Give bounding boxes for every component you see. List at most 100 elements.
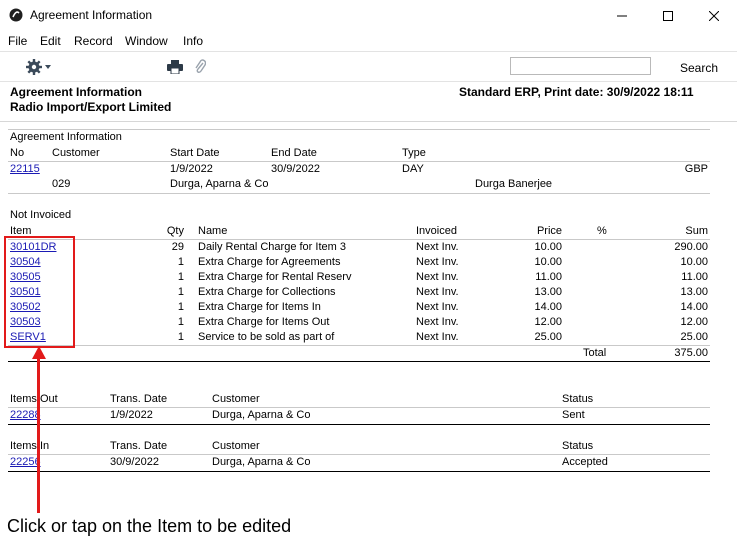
search-input[interactable]	[510, 57, 651, 75]
price: 10.00	[534, 241, 562, 253]
item-name: Extra Charge for Collections	[198, 286, 336, 298]
maximize-button[interactable]	[645, 0, 691, 31]
app-icon	[9, 8, 23, 22]
report-title: Agreement Information	[10, 85, 143, 99]
col-customer: Customer	[212, 440, 260, 452]
item-name: Extra Charge for Agreements	[198, 256, 341, 268]
maximize-icon	[663, 10, 673, 21]
toolbar: Search	[0, 51, 737, 81]
menu-edit[interactable]: Edit	[40, 34, 61, 48]
search-button[interactable]: Search	[680, 61, 718, 75]
total-value: 375.00	[674, 347, 708, 359]
header-divider	[0, 121, 737, 122]
customer-name: Durga, Aparna & Co	[170, 178, 269, 190]
close-button[interactable]	[691, 0, 737, 31]
qty: 1	[177, 331, 184, 343]
sum: 10.00	[680, 256, 708, 268]
sum: 14.00	[680, 301, 708, 313]
invoiced: Next Inv.	[416, 271, 459, 283]
divider	[8, 129, 710, 130]
qty: 1	[177, 256, 184, 268]
menu-file[interactable]: File	[8, 34, 27, 48]
col-items-in: Items In	[10, 440, 50, 452]
col-trans-date: Trans. Date	[110, 440, 168, 452]
section-end-line	[8, 471, 710, 472]
trans-date: 1/9/2022	[110, 409, 153, 421]
invoiced: Next Inv.	[416, 301, 459, 313]
item-name: Extra Charge for Items In	[198, 301, 321, 313]
col-items-out: Items Out	[10, 393, 58, 405]
items-out-link[interactable]: 22288	[10, 409, 41, 421]
end-date: 30/9/2022	[271, 163, 320, 175]
agreement-type: DAY	[402, 163, 424, 175]
price: 13.00	[534, 286, 562, 298]
customer-name: Durga, Aparna & Co	[212, 409, 311, 421]
items-in-link[interactable]: 22256	[10, 456, 41, 468]
currency: GBP	[684, 163, 708, 175]
col-status: Status	[562, 393, 594, 405]
col-name: Name	[198, 225, 228, 237]
invoiced: Next Inv.	[416, 286, 459, 298]
menu-bar: File Edit Record Window Info	[0, 31, 737, 51]
price: 14.00	[534, 301, 562, 313]
title-bar: Agreement Information	[0, 0, 737, 31]
col-customer: Customer	[212, 393, 260, 405]
agreement-no-link[interactable]: 22115	[10, 163, 40, 175]
divider	[8, 345, 710, 346]
col-start-date: Start Date	[170, 147, 220, 159]
price: 25.00	[534, 331, 562, 343]
sum: 25.00	[680, 331, 708, 343]
section-end-line	[8, 361, 710, 362]
highlight-box	[4, 236, 75, 348]
qty: 29	[171, 241, 184, 253]
attachment-icon[interactable]	[194, 59, 206, 75]
qty: 1	[177, 301, 184, 313]
col-sum: Sum	[685, 225, 708, 237]
annotation-arrow	[37, 356, 40, 513]
divider	[8, 407, 710, 408]
col-customer: Customer	[52, 147, 100, 159]
invoiced: Next Inv.	[416, 256, 459, 268]
menu-window[interactable]: Window	[125, 34, 168, 48]
settings-menu-button[interactable]	[25, 58, 53, 79]
section-end-line	[8, 424, 710, 425]
print-info: Standard ERP, Print date: 30/9/2022 18:1…	[459, 85, 694, 99]
col-qty: Qty	[166, 225, 184, 237]
menu-record[interactable]: Record	[74, 34, 113, 48]
annotation-caption: Click or tap on the Item to be edited	[7, 516, 292, 536]
col-percent: %	[597, 225, 607, 237]
print-icon[interactable]	[167, 60, 183, 74]
col-trans-date: Trans. Date	[110, 393, 168, 405]
col-status: Status	[562, 440, 594, 452]
divider	[8, 239, 710, 240]
close-icon	[709, 10, 719, 21]
status: Sent	[562, 409, 585, 421]
col-no: No	[10, 147, 25, 159]
customer-name: Durga, Aparna & Co	[212, 456, 311, 468]
invoiced: Next Inv.	[416, 241, 459, 253]
company-name: Radio Import/Export Limited	[10, 100, 172, 114]
divider	[8, 193, 710, 194]
col-type: Type	[402, 147, 426, 159]
section-title: Not Invoiced	[10, 209, 72, 221]
report-header: Agreement Information Radio Import/Expor…	[0, 81, 737, 121]
minimize-button[interactable]	[599, 0, 645, 31]
gear-icon	[26, 59, 51, 75]
item-name: Extra Charge for Rental Reserv	[198, 271, 352, 283]
qty: 1	[177, 316, 184, 328]
col-price: Price	[536, 225, 562, 237]
menu-info[interactable]: Info	[183, 34, 203, 48]
invoiced: Next Inv.	[416, 331, 459, 343]
window-title: Agreement Information	[30, 8, 153, 22]
price: 10.00	[534, 256, 562, 268]
sum: 11.00	[681, 271, 708, 283]
customer-code: 029	[52, 178, 71, 190]
price: 11.00	[535, 271, 562, 283]
item-name: Daily Rental Charge for Item 3	[198, 241, 346, 253]
status: Accepted	[562, 456, 608, 468]
invoiced: Next Inv.	[416, 316, 459, 328]
col-invoiced: Invoiced	[416, 225, 457, 237]
sum: 12.00	[680, 316, 708, 328]
section-title: Agreement Information	[10, 131, 122, 143]
contact-name: Durga Banerjee	[475, 178, 553, 190]
